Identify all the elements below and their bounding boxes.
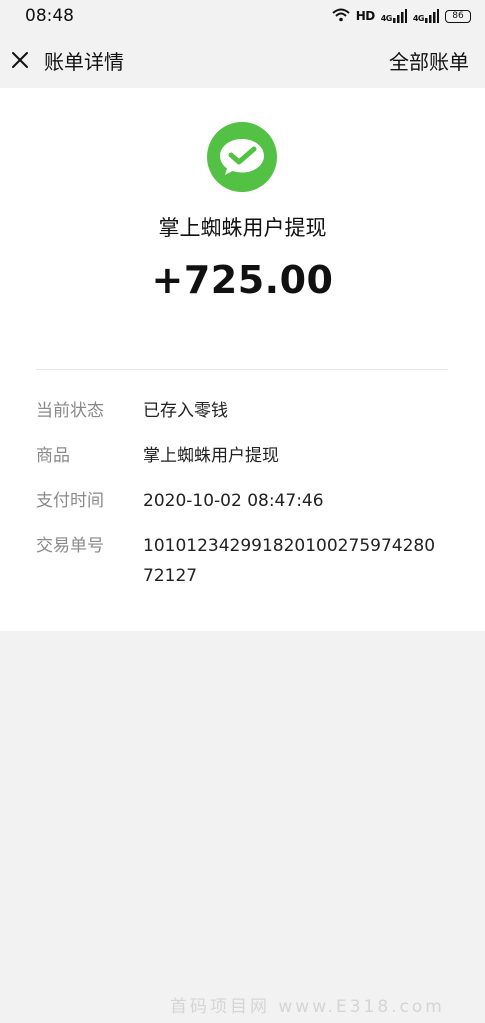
- divider: [36, 369, 448, 370]
- detail-label: 当前状态: [36, 401, 104, 421]
- detail-value: 2020-10-02 08:47:46: [143, 491, 324, 511]
- close-button[interactable]: [8, 48, 32, 72]
- transaction-id: 101012342991820100275974280 72127: [143, 536, 436, 586]
- detail-value: 已存入零钱: [143, 401, 228, 421]
- detail-row-pay-time: 支付时间 2020-10-02 08:47:46: [36, 490, 456, 516]
- detail-label: 商品: [36, 446, 70, 466]
- status-bar: 08:48 HD 4G 4G 86: [0, 0, 485, 32]
- bill-card: 掌上蜘蛛用户提现 +725.00 当前状态 已存入零钱 商品 掌上蜘蛛用户提现 …: [0, 88, 485, 631]
- detail-label: 交易单号: [36, 536, 104, 556]
- detail-label: 支付时间: [36, 491, 104, 511]
- nav-bar: 账单详情 全部账单: [0, 32, 485, 88]
- detail-row-transaction-id: 交易单号 101012342991820100275974280 72127: [36, 535, 456, 591]
- battery-icon: 86: [445, 9, 471, 23]
- battery-level: 86: [452, 10, 464, 21]
- detail-value: 掌上蜘蛛用户提现: [143, 446, 279, 466]
- all-bills-link[interactable]: 全部账单: [389, 46, 469, 75]
- close-icon: [12, 52, 28, 68]
- detail-row-status: 当前状态 已存入零钱: [36, 400, 456, 426]
- status-time: 08:48: [25, 6, 74, 26]
- signal-label: 4G: [380, 14, 393, 23]
- wechat-pay-icon: [207, 122, 277, 192]
- merchant-name: 掌上蜘蛛用户提现: [158, 216, 327, 240]
- status-icons: HD 4G 4G 86: [332, 7, 471, 25]
- detail-row-product: 商品 掌上蜘蛛用户提现: [36, 445, 456, 471]
- bill-amount: +725.00: [151, 258, 334, 302]
- watermark: 首码项目网 www.E318.com: [170, 997, 445, 1017]
- signal-label: 4G: [412, 14, 425, 23]
- signal-icon: 4G: [413, 9, 439, 23]
- signal-icon: 4G: [381, 9, 407, 23]
- hd-label: HD: [355, 9, 376, 23]
- bill-details: 当前状态 已存入零钱 商品 掌上蜘蛛用户提现 支付时间 2020-10-02 0…: [36, 400, 456, 610]
- wifi-icon: [332, 7, 350, 26]
- page-title: 账单详情: [44, 50, 124, 74]
